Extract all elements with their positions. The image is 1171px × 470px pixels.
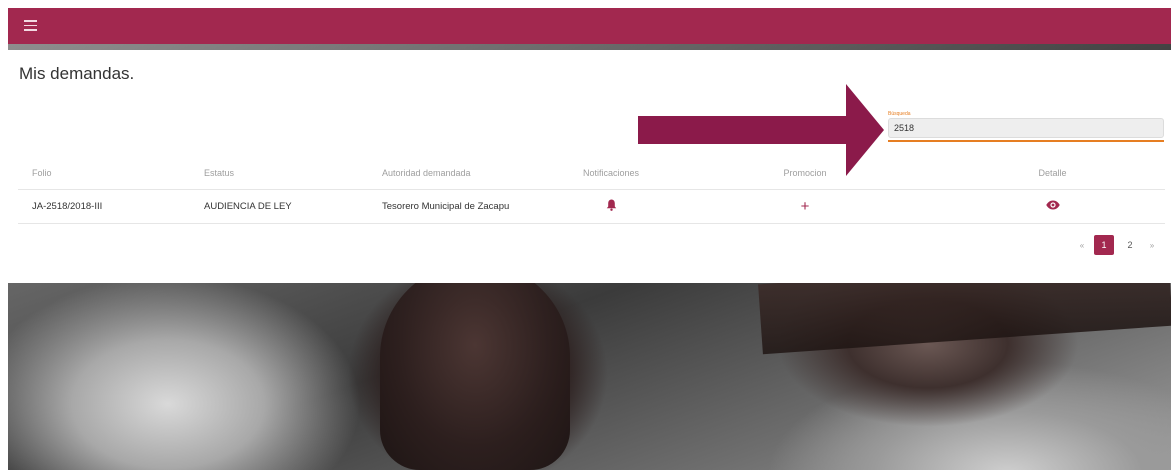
header-detalle: Detalle — [940, 157, 1165, 190]
search-field: Búsqueda — [888, 110, 1164, 142]
plus-icon[interactable]: + — [801, 199, 810, 214]
search-input[interactable] — [888, 118, 1164, 138]
header-promocion: Promocion — [670, 157, 940, 190]
gavel-image — [380, 262, 570, 470]
top-margin — [0, 0, 1171, 8]
demandas-table: Folio Estatus Autoridad demandada Notifi… — [18, 157, 1165, 224]
search-underline — [888, 140, 1164, 142]
table-header-row: Folio Estatus Autoridad demandada Notifi… — [18, 157, 1165, 190]
cell-autoridad: Tesorero Municipal de Zacapu — [382, 189, 552, 224]
eye-icon[interactable] — [1045, 200, 1060, 213]
search-label: Búsqueda — [888, 111, 911, 117]
cell-folio: JA-2518/2018-III — [18, 189, 204, 224]
demandas-card: Mis demandas. Búsqueda Folio Estatus Aut… — [8, 50, 1171, 283]
header-notificaciones: Notificaciones — [552, 157, 670, 190]
cell-notificaciones — [552, 189, 670, 224]
page-title: Mis demandas. — [19, 64, 135, 83]
bell-icon[interactable] — [606, 199, 617, 214]
header-autoridad: Autoridad demandada — [382, 157, 552, 190]
cell-promocion: + — [670, 189, 940, 224]
header-folio: Folio — [18, 157, 204, 190]
hamburger-menu-icon[interactable] — [24, 20, 37, 32]
pagination-next-button[interactable]: » — [1143, 241, 1161, 250]
pagination-prev-button[interactable]: « — [1073, 241, 1091, 250]
pagination-page-2[interactable]: 2 — [1120, 235, 1140, 255]
pagination-page-1[interactable]: 1 — [1094, 235, 1114, 255]
cell-estatus: AUDIENCIA DE LEY — [204, 189, 382, 224]
table-row: JA-2518/2018-III AUDIENCIA DE LEY Tesore… — [18, 189, 1165, 224]
app-bar — [8, 8, 1171, 44]
cell-detalle — [940, 189, 1165, 224]
header-estatus: Estatus — [204, 157, 382, 190]
pagination: « 1 2 » — [1073, 235, 1161, 255]
